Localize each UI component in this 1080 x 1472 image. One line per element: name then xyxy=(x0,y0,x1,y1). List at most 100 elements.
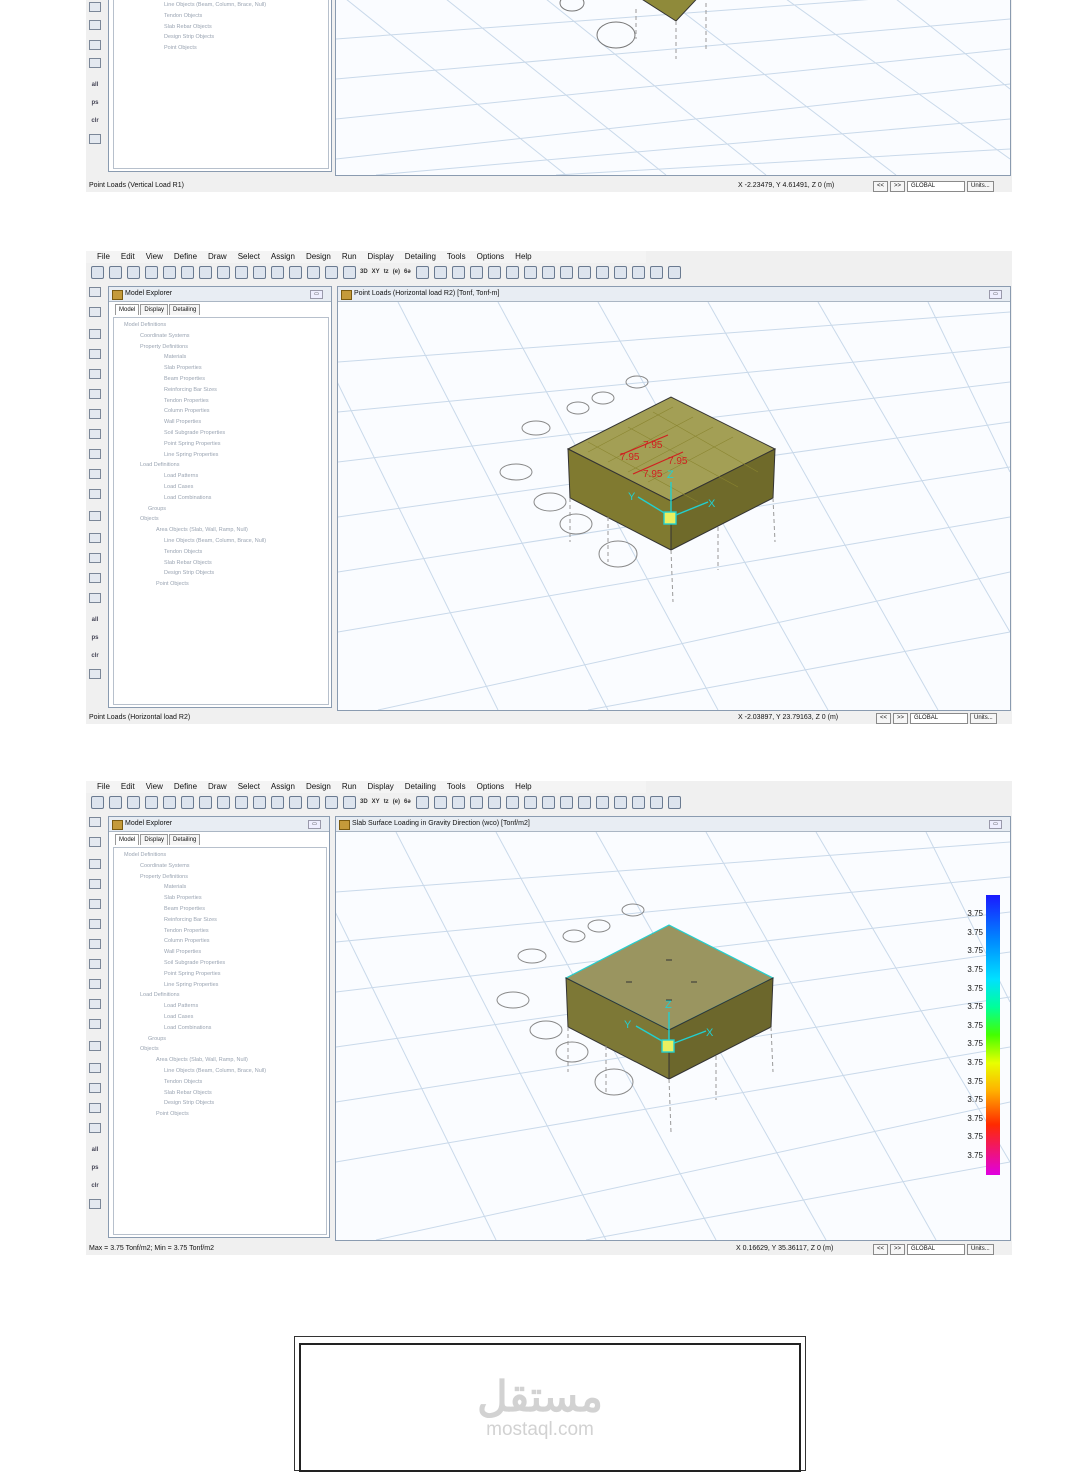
tree-item[interactable]: Line Spring Properties xyxy=(114,450,328,461)
menu-view[interactable]: View xyxy=(146,781,163,793)
circle-icon[interactable] xyxy=(451,795,465,809)
tree-item[interactable]: Design Strip Objects xyxy=(164,32,328,43)
tool-icon[interactable] xyxy=(89,40,101,50)
draw-line-icon[interactable] xyxy=(89,939,101,949)
tree-item[interactable]: Line Spring Properties xyxy=(114,980,326,991)
redo-icon[interactable] xyxy=(163,795,176,809)
reshape-tool-icon[interactable] xyxy=(89,837,101,847)
menu-tools[interactable]: Tools xyxy=(447,251,466,263)
draw-column-icon[interactable] xyxy=(89,979,101,989)
tree-item[interactable]: Slab Rebar Objects xyxy=(164,22,328,33)
menu-edit[interactable]: Edit xyxy=(121,781,135,793)
tree-item[interactable]: Objects xyxy=(114,1044,326,1055)
check-icon[interactable] xyxy=(433,265,447,279)
tree-item[interactable]: Line Objects (Beam, Column, Brace, Null) xyxy=(114,1066,326,1077)
pan-icon[interactable] xyxy=(343,265,356,279)
zoom-previous-icon[interactable] xyxy=(289,795,302,809)
tree-item[interactable]: Coordinate Systems xyxy=(114,331,328,342)
menu-display[interactable]: Display xyxy=(368,251,394,263)
tree-item[interactable]: Design Strip Objects xyxy=(114,1098,326,1109)
zoom-in-icon[interactable] xyxy=(307,795,320,809)
frame-tool-icon[interactable] xyxy=(89,58,101,68)
tree-item[interactable]: Slab Rebar Objects xyxy=(114,1088,326,1099)
pencil-icon[interactable] xyxy=(181,265,194,279)
menu-select[interactable]: Select xyxy=(238,251,260,263)
view-all-button[interactable]: 6ǝ xyxy=(404,799,411,805)
tree-item[interactable]: Load Combinations xyxy=(114,1023,326,1034)
coord-system-select[interactable]: GLOBAL xyxy=(907,181,966,192)
tree-item[interactable]: Load Patterns xyxy=(114,471,328,482)
tab-model[interactable]: Model xyxy=(115,304,140,315)
tab-display[interactable]: Display xyxy=(140,834,169,845)
view-elev-button[interactable]: (e) xyxy=(393,269,400,275)
rotate-icon[interactable] xyxy=(415,795,429,809)
zoom-out-icon[interactable] xyxy=(325,265,338,279)
menu-assign[interactable]: Assign xyxy=(271,781,295,793)
draw-wall-icon[interactable] xyxy=(89,389,101,399)
view-xz-button[interactable]: tz xyxy=(384,269,389,275)
draw-strip-icon[interactable] xyxy=(89,511,101,521)
tree-item[interactable]: Tendon Objects xyxy=(114,1077,326,1088)
draw-grid-icon[interactable] xyxy=(89,573,101,583)
tree-item[interactable]: Soil Subgrade Properties xyxy=(114,428,328,439)
tree-item[interactable]: Column Properties xyxy=(114,936,326,947)
open-icon[interactable] xyxy=(109,265,122,279)
close-icon[interactable]: ▭ xyxy=(989,820,1002,829)
draw-support-icon[interactable] xyxy=(89,553,101,563)
view-xz-button[interactable]: tz xyxy=(384,799,389,805)
tree-item[interactable]: Load Definitions xyxy=(114,990,326,1001)
pencil-icon[interactable] xyxy=(181,795,194,809)
tree-item[interactable]: Property Definitions xyxy=(114,872,326,883)
menu-run[interactable]: Run xyxy=(342,781,357,793)
menu-design[interactable]: Design xyxy=(306,251,331,263)
menu-detailing[interactable]: Detailing xyxy=(405,781,436,793)
prev-button[interactable]: << xyxy=(876,713,892,724)
tree-item[interactable]: Area Objects (Slab, Wall, Ramp, Null) xyxy=(114,1055,326,1066)
model-3d-view[interactable]: 7.95 7.95 7.95 7.95 Z Y X xyxy=(338,302,1010,710)
tree-item[interactable]: Slab Properties xyxy=(114,893,326,904)
clear-selection-tool[interactable]: clr xyxy=(89,1181,101,1191)
run-icon[interactable] xyxy=(217,265,230,279)
frame-icon[interactable] xyxy=(631,795,645,809)
tree-item[interactable]: Line Objects (Beam, Column, Brace, Null) xyxy=(114,536,328,547)
menu-assign[interactable]: Assign xyxy=(271,251,295,263)
snap-icon[interactable] xyxy=(505,265,519,279)
draw-beam-icon[interactable] xyxy=(89,959,101,969)
table-icon[interactable] xyxy=(559,265,573,279)
draw-wall-icon[interactable] xyxy=(89,919,101,929)
draw-tendon-icon[interactable] xyxy=(89,489,101,499)
select-all-tool[interactable]: all xyxy=(89,1145,101,1155)
next-button[interactable]: >> xyxy=(890,181,906,192)
tree-item[interactable]: Groups xyxy=(114,504,328,515)
menu-options[interactable]: Options xyxy=(477,781,505,793)
units-button[interactable]: Units... xyxy=(970,713,997,724)
draw-point-icon[interactable] xyxy=(89,329,101,339)
draw-support-icon[interactable] xyxy=(89,1083,101,1093)
save-icon[interactable] xyxy=(127,795,140,809)
reshape-tool-icon[interactable] xyxy=(89,307,101,317)
load-icon[interactable] xyxy=(577,265,591,279)
tree-item[interactable]: Point Objects xyxy=(164,43,328,54)
undo-icon[interactable] xyxy=(145,265,158,279)
coord-system-select[interactable]: GLOBAL xyxy=(910,713,969,724)
zoom-out-icon[interactable] xyxy=(325,795,338,809)
table-icon[interactable] xyxy=(559,795,573,809)
3d-viewport[interactable]: Point Loads (Horizontal load R2) [Tonf, … xyxy=(337,286,1011,711)
menu-draw[interactable]: Draw xyxy=(208,251,227,263)
select-all-tool[interactable]: all xyxy=(89,80,101,90)
tree-item[interactable]: Column Properties xyxy=(114,406,328,417)
book-icon[interactable] xyxy=(667,795,681,809)
pan-icon[interactable] xyxy=(343,795,356,809)
menu-draw[interactable]: Draw xyxy=(208,781,227,793)
tree-item[interactable]: Coordinate Systems xyxy=(114,861,326,872)
menu-file[interactable]: File xyxy=(97,781,110,793)
tree-item[interactable]: Model Definitions xyxy=(114,850,326,861)
deformed-icon[interactable] xyxy=(541,265,555,279)
tree-item[interactable]: Beam Properties xyxy=(114,374,328,385)
check-icon[interactable] xyxy=(433,795,447,809)
tab-detailing[interactable]: Detailing xyxy=(169,834,201,845)
menu-display[interactable]: Display xyxy=(368,781,394,793)
close-icon[interactable]: ▭ xyxy=(308,820,321,829)
view-xy-button[interactable]: XY xyxy=(372,269,380,275)
view-xy-button[interactable]: XY xyxy=(372,799,380,805)
